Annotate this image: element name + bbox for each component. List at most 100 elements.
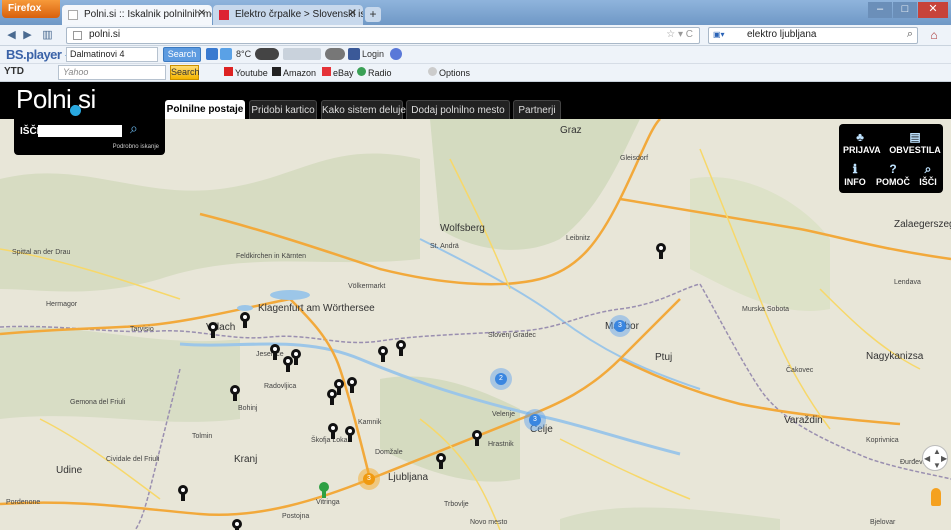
charging-station-marker[interactable] — [472, 430, 482, 446]
station-cluster-velenje[interactable]: 2 — [490, 368, 512, 390]
search-icon: ⌕ — [924, 162, 932, 176]
charging-station-marker[interactable] — [240, 312, 250, 328]
map-canvas[interactable]: Graz Maribor Ljubljana Celje Kranj Velen… — [0, 119, 951, 530]
back-arrow-icon[interactable]: ◀ — [4, 28, 19, 43]
temperature-readout: 8°C — [236, 49, 252, 59]
charging-station-marker[interactable] — [328, 423, 338, 439]
tab-polnilne-postaje[interactable]: Polnilne postaje — [165, 100, 245, 119]
options-label: Options — [439, 68, 471, 78]
bookmark-star-icon[interactable]: ▥ — [40, 28, 55, 43]
login-label: PRIJAVA — [843, 145, 881, 155]
cluster-count: 3 — [363, 473, 375, 485]
yahoo-search-button[interactable]: Search — [170, 65, 200, 80]
browser-tab-polni[interactable]: Polni.si :: Iskalnik polnilnih mest ✕ — [62, 5, 212, 25]
station-cluster-ljubljana[interactable]: 3 — [358, 468, 380, 490]
radio-label: Radio — [368, 68, 392, 78]
options-link[interactable]: Options — [428, 67, 470, 78]
volume-slider-icon[interactable] — [283, 48, 321, 60]
bsplayer-search-button[interactable]: Search — [163, 47, 201, 62]
address-bar[interactable]: polni.si ☆ ▾ C — [66, 27, 700, 44]
tab-partnerji[interactable]: Partnerji — [513, 100, 561, 119]
map-label-velenje: Velenje — [492, 411, 515, 418]
browser-tab-elektro[interactable]: Elektro črpalke > Slovenski iskalnik p..… — [213, 5, 363, 25]
tab-dodaj-polnilno-mesto[interactable]: Dodaj polnilno mesto — [406, 100, 510, 119]
site-header: Polni.si Polnilne postaje Pridobi kartic… — [0, 82, 951, 119]
yahoo-search-input[interactable]: Yahoo — [58, 65, 166, 80]
charging-station-marker[interactable] — [436, 453, 446, 469]
notices-button[interactable]: ▤ OBVESTILA — [889, 130, 941, 155]
logo-plug-icon — [70, 105, 81, 116]
info-button[interactable]: ℹ INFO — [841, 162, 869, 187]
amazon-icon — [272, 67, 281, 76]
close-tab-icon[interactable]: ✕ — [198, 8, 206, 19]
charging-station-marker[interactable] — [178, 485, 188, 501]
street-view-pegman-icon[interactable] — [931, 488, 941, 506]
youtube-icon — [224, 67, 233, 76]
forward-arrow-icon[interactable]: ▶ — [20, 28, 35, 43]
user-location-marker[interactable] — [319, 482, 329, 498]
maximize-button[interactable]: □ — [893, 2, 917, 18]
logo-text: Polni.si — [16, 84, 96, 114]
map-label-ptuj: Ptuj — [655, 352, 673, 363]
charging-station-marker[interactable] — [291, 349, 301, 365]
charging-station-marker[interactable] — [208, 322, 218, 338]
station-cluster-maribor[interactable]: 3 — [609, 315, 631, 337]
map-label-st-andra: St. Andrä — [430, 243, 459, 250]
amazon-link[interactable]: Amazon — [272, 67, 316, 78]
find-button[interactable]: ⌕ IŠČI — [915, 162, 941, 187]
facebook-icon[interactable] — [348, 48, 360, 60]
tab-pridobi-kartico[interactable]: Pridobi kartico — [249, 100, 317, 119]
network-icon[interactable] — [390, 48, 402, 60]
advanced-search-link[interactable]: Podrobno iskanje — [113, 144, 159, 150]
map-search-panel: IŠČI: ⌕ Podrobno iskanje — [14, 119, 165, 155]
firefox-menu-button[interactable]: Firefox — [2, 0, 60, 18]
channel-select[interactable]: Dalmatinovi 4 — [66, 47, 158, 62]
charging-station-marker[interactable] — [230, 385, 240, 401]
radio-link[interactable]: Radio — [357, 67, 392, 78]
close-tab-icon[interactable]: ✕ — [349, 8, 357, 19]
youtube-link[interactable]: Youtube — [224, 67, 268, 78]
close-window-button[interactable]: ✕ — [918, 2, 948, 18]
login-button[interactable]: ♣ PRIJAVA — [843, 130, 881, 155]
bsplayer-tool-icon[interactable] — [206, 48, 218, 60]
browser-search-field[interactable]: ▣▾ elektro ljubljana ⌕ — [708, 27, 918, 44]
pan-up-icon[interactable]: ▲ — [933, 447, 941, 456]
map-terrain — [0, 119, 951, 530]
station-cluster-celje[interactable]: 3 — [524, 409, 546, 431]
charging-station-marker[interactable] — [327, 389, 337, 405]
charging-station-marker[interactable] — [347, 377, 357, 393]
map-label-graz: Graz — [560, 125, 582, 136]
pan-left-icon[interactable]: ◀ — [924, 454, 930, 463]
minimize-button[interactable]: – — [868, 2, 892, 18]
playback-icon[interactable] — [325, 48, 345, 60]
weather-icon[interactable] — [220, 48, 232, 60]
ytd-toolbar: YTD Yahoo Search Youtube Amazon eBay Rad… — [0, 64, 951, 82]
pan-control[interactable]: ▲ ◀ ▶ ▼ — [922, 445, 948, 471]
search-icon[interactable]: ⌕ — [907, 28, 913, 41]
map-label-feldkirchen: Feldkirchen in Kärnten — [236, 253, 307, 260]
home-icon[interactable]: ⌂ — [926, 28, 942, 43]
reload-icon[interactable]: ☆ ▾ C — [666, 29, 693, 40]
charging-station-marker[interactable] — [345, 426, 355, 442]
media-controls-icon[interactable] — [255, 48, 279, 60]
charging-station-marker[interactable] — [270, 344, 280, 360]
map-label-koprivnica: Koprivnica — [866, 437, 899, 444]
polni-logo[interactable]: Polni.si — [16, 84, 96, 116]
charging-station-marker[interactable] — [232, 519, 242, 530]
amazon-label: Amazon — [283, 68, 317, 78]
help-button[interactable]: ? POMOČ — [873, 162, 913, 187]
red-bolt-favicon-icon — [219, 10, 229, 20]
tab-kako-sistem-deluje[interactable]: Kako sistem deluje — [321, 100, 406, 119]
pan-right-icon[interactable]: ▶ — [941, 454, 947, 463]
charging-station-marker[interactable] — [396, 340, 406, 356]
charging-station-marker[interactable] — [656, 243, 666, 259]
new-tab-button[interactable]: + — [365, 7, 381, 22]
bsplayer-toolbar: BS.player - Dalmatinovi 4 Search 8°C Log… — [0, 46, 951, 64]
pan-down-icon[interactable]: ▼ — [933, 461, 941, 470]
google-engine-icon[interactable]: ▣▾ — [713, 30, 743, 42]
login-link[interactable]: Login — [362, 49, 384, 59]
station-search-input[interactable] — [38, 125, 122, 137]
ebay-link[interactable]: eBay — [322, 67, 354, 78]
charging-station-marker[interactable] — [378, 346, 388, 362]
search-icon[interactable]: ⌕ — [130, 120, 138, 137]
